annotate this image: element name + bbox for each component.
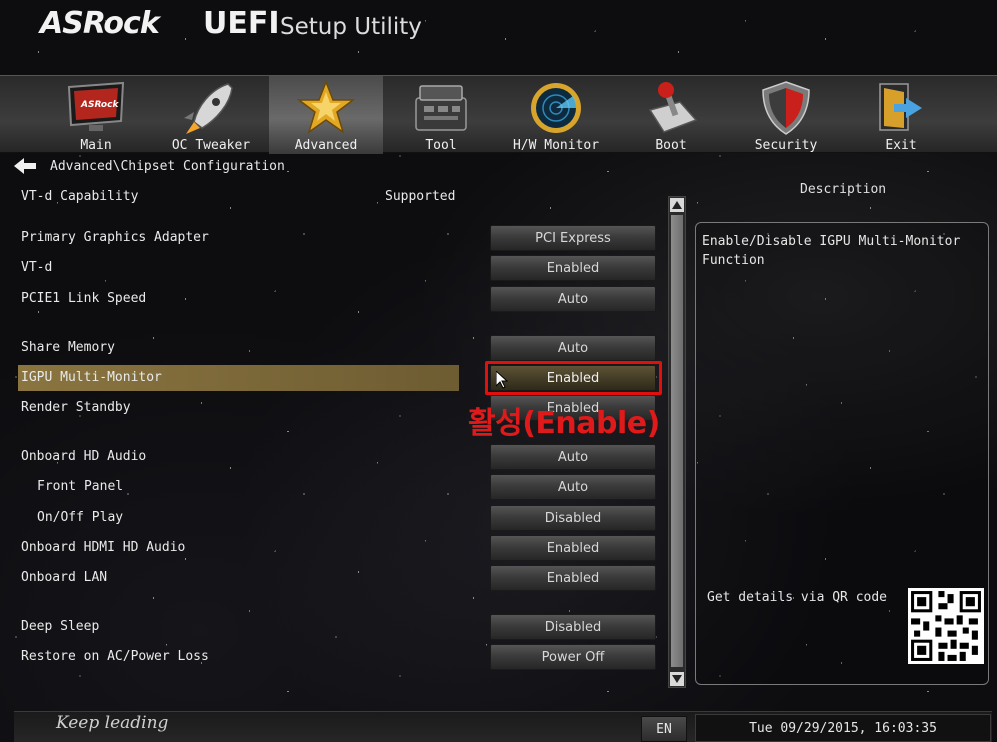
product-subtitle: Setup Utility [280,14,422,40]
front-panel-select[interactable]: Auto [490,474,656,500]
star-icon [294,80,358,136]
tab-label: OC Tweaker [171,138,251,153]
svg-text:ASRock: ASRock [80,100,119,110]
setting-label-share-memory[interactable]: Share Memory [21,340,115,355]
scroll-down-button[interactable] [670,672,684,686]
header: ASRock UEFI Setup Utility [0,0,997,75]
annotation-label: 활성(Enable) [468,406,660,441]
mouse-cursor-icon [496,371,508,389]
setting-label-primary-graphics[interactable]: Primary Graphics Adapter [21,230,209,245]
setting-value-vtd-capability: Supported [385,189,456,204]
main-tab-bar: ASRock Main OC Tweaker Advanced Tool H/W… [0,75,997,154]
exit-door-icon [869,80,933,136]
onoff-play-select[interactable]: Disabled [490,505,656,531]
joystick-icon [639,80,703,136]
share-memory-select[interactable]: Auto [490,335,656,361]
deep-sleep-select[interactable]: Disabled [490,614,656,640]
pcie1-link-select[interactable]: Auto [490,286,656,312]
triangle-up-icon [672,201,682,209]
vtd-select[interactable]: Enabled [490,255,656,281]
setting-label-vtd-capability: VT-d Capability [21,189,139,204]
breadcrumb-path: Advanced\Chipset Configuration [50,158,285,174]
description-title: Description [800,182,887,197]
tab-label: Boot [655,138,687,153]
setting-label-igpu-multi-monitor[interactable]: IGPU Multi-Monitor [21,370,162,385]
product-name: UEFI [203,6,280,41]
tab-tool[interactable]: Tool [384,76,498,154]
annotation-red-box [485,361,662,395]
tab-label: Exit [885,138,917,153]
scroll-up-button[interactable] [670,198,684,212]
tab-oc-tweaker[interactable]: OC Tweaker [154,76,268,154]
primary-graphics-select[interactable]: PCI Express [490,225,656,251]
tab-security[interactable]: Security [729,76,843,154]
onboard-hdmi-select[interactable]: Enabled [490,535,656,561]
tab-boot[interactable]: Boot [614,76,728,154]
onboard-hd-audio-select[interactable]: Auto [490,444,656,470]
tab-label: Advanced [294,138,358,153]
tab-label: H/W Monitor [512,138,600,153]
tagline: Keep leading [56,713,169,733]
back-arrow-icon[interactable] [14,158,36,174]
tab-exit[interactable]: Exit [844,76,958,154]
tab-label: Security [754,138,818,153]
setting-label-vtd[interactable]: VT-d [21,260,52,275]
setting-label-onoff-play[interactable]: On/Off Play [37,510,123,525]
setting-label-onboard-hd-audio[interactable]: Onboard HD Audio [21,449,146,464]
setting-label-render-standby[interactable]: Render Standby [21,400,131,415]
tab-label: Main [80,138,112,153]
description-text: Enable/Disable IGPU Multi-Monitor Functi… [702,234,961,268]
settings-scrollbar[interactable] [668,196,686,688]
setting-label-onboard-lan[interactable]: Onboard LAN [21,570,107,585]
restore-ac-select[interactable]: Power Off [490,644,656,670]
setting-label-front-panel[interactable]: Front Panel [37,479,123,494]
triangle-down-icon [672,675,682,683]
scroll-thumb[interactable] [671,215,683,667]
shield-icon [754,80,818,136]
monitor-icon: ASRock [64,80,128,136]
setting-label-restore-ac[interactable]: Restore on AC/Power Loss [21,649,209,664]
rocket-icon [179,80,243,136]
qr-code-icon [908,588,984,664]
tab-main[interactable]: ASRock Main [39,76,153,154]
radar-icon [524,80,588,136]
onboard-lan-select[interactable]: Enabled [490,565,656,591]
qr-label: Get details via QR code [707,590,888,605]
toolbox-icon [409,80,473,136]
setting-label-onboard-hdmi[interactable]: Onboard HDMI HD Audio [21,540,185,555]
setting-label-deep-sleep[interactable]: Deep Sleep [21,619,99,634]
setting-label-pcie1-link[interactable]: PCIE1 Link Speed [21,291,146,306]
tab-advanced[interactable]: Advanced [269,76,383,154]
breadcrumb: Advanced\Chipset Configuration [14,157,285,175]
brand-logo: ASRock [40,6,160,41]
language-button[interactable]: EN [641,716,687,742]
tab-hw-monitor[interactable]: H/W Monitor [499,76,613,154]
tab-label: Tool [425,138,457,153]
datetime-display: Tue 09/29/2015, 16:03:35 [695,714,991,742]
